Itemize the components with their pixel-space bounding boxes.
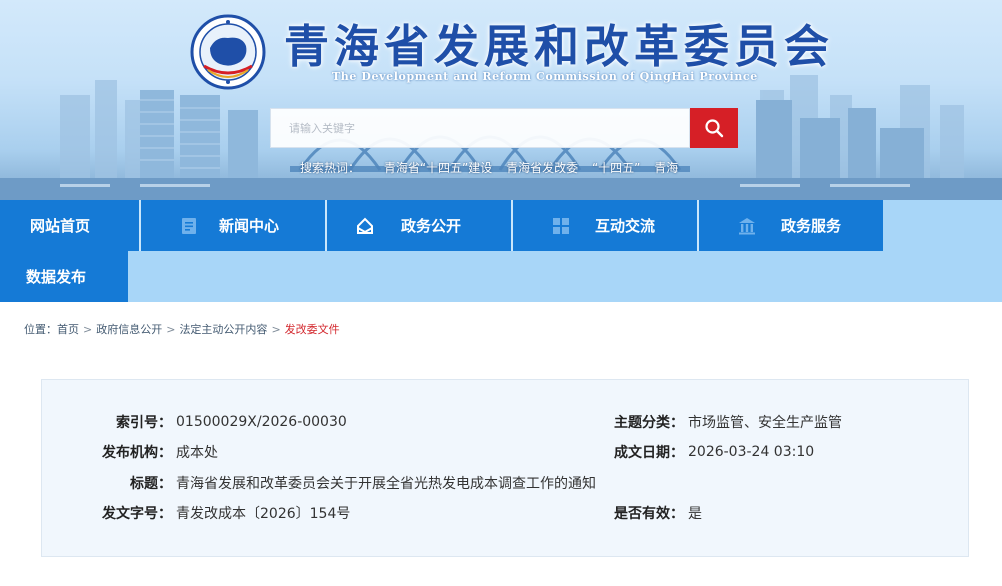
nav-item-interaction[interactable]: 互动交流 xyxy=(513,200,697,251)
nav-item-news[interactable]: 新闻中心 xyxy=(141,200,325,251)
meta-key: 成文日期： xyxy=(614,445,684,461)
grid-icon xyxy=(551,216,571,236)
nav-item-label: 数据发布 xyxy=(26,268,87,286)
hot-word-link[interactable]: 青海省发改委 xyxy=(506,161,578,175)
meta-key: 发文字号： xyxy=(102,506,172,522)
breadcrumb-link-statutory[interactable]: 法定主动公开内容 xyxy=(179,323,267,336)
hot-search-row: 搜索热词： 青海省“十四五”建设 青海省发改委 “十四五” 青海 xyxy=(300,159,688,176)
nav-item-label: 政务公开 xyxy=(401,217,462,235)
document-icon xyxy=(179,216,199,236)
meta-row-title: 标题： 青海省发展和改革委员会关于开展全省光热发电成本调查工作的通知 xyxy=(42,472,596,494)
meta-key: 索引号： xyxy=(116,415,172,431)
meta-row-publisher: 发布机构： 成本处 xyxy=(42,441,218,463)
hot-word-link[interactable]: “十四五” xyxy=(592,161,640,175)
meta-key: 标题： xyxy=(130,476,172,492)
nav-item-label: 新闻中心 xyxy=(219,217,280,235)
meta-value: 是 xyxy=(688,506,702,522)
meta-row-valid: 是否有效： 是 xyxy=(524,502,702,524)
nav-item-home[interactable]: 网站首页 xyxy=(0,200,139,251)
commission-emblem-logo xyxy=(190,14,266,90)
page: 青海省发展和改革委员会 The Development and Reform C… xyxy=(0,0,1002,586)
meta-value: 市场监管、安全生产监管 xyxy=(688,415,842,431)
search-box xyxy=(270,108,690,148)
search-button[interactable] xyxy=(690,108,738,148)
hot-search-label: 搜索热词： xyxy=(300,161,361,175)
nav-item-gov-service[interactable]: 政务服务 xyxy=(699,200,883,251)
site-title: 青海省发展和改革委员会 xyxy=(284,20,835,73)
meta-row-topic: 主题分类： 市场监管、安全生产监管 xyxy=(524,411,842,433)
meta-row-doc-no: 发文字号： 青发改成本〔2026〕154号 xyxy=(42,502,350,524)
search-icon xyxy=(705,119,724,138)
nav-item-gov-open[interactable]: 政务公开 xyxy=(327,200,511,251)
breadcrumb-link-home[interactable]: 首页 xyxy=(57,323,79,336)
breadcrumb-link-gov-info[interactable]: 政府信息公开 xyxy=(96,323,162,336)
nav-item-label: 政务服务 xyxy=(781,217,842,235)
nav-item-label: 网站首页 xyxy=(30,217,91,235)
meta-value: 01500029X/2026-00030 xyxy=(176,414,347,430)
breadcrumb: 位置：首页 > 政府信息公开 > 法定主动公开内容 > 发改委文件 xyxy=(24,321,340,337)
meta-value: 2026-03-24 03:10 xyxy=(688,444,815,460)
breadcrumb-separator: > xyxy=(83,323,93,336)
nav-item-data-release[interactable]: 数据发布 xyxy=(0,251,128,302)
document-meta-box: 索引号： 01500029X/2026-00030 主题分类： 市场监管、安全生… xyxy=(41,379,969,557)
search-input[interactable] xyxy=(271,109,689,147)
meta-key: 发布机构： xyxy=(102,445,172,461)
open-box-icon xyxy=(355,216,375,236)
hot-word-link[interactable]: 青海省“十四五”建设 xyxy=(384,161,492,175)
breadcrumb-prefix: 位置： xyxy=(24,323,57,336)
hot-word-link[interactable]: 青海 xyxy=(654,161,678,175)
breadcrumb-current: 发改委文件 xyxy=(284,323,340,336)
meta-row-date: 成文日期： 2026-03-24 03:10 xyxy=(524,441,814,463)
breadcrumb-separator: > xyxy=(166,323,176,336)
building-icon xyxy=(737,216,757,236)
meta-value: 成本处 xyxy=(176,445,218,461)
site-subtitle: The Development and Reform Commission of… xyxy=(332,70,758,83)
meta-key: 是否有效： xyxy=(614,506,684,522)
meta-row-index-no: 索引号： 01500029X/2026-00030 xyxy=(42,411,347,433)
meta-value: 青发改成本〔2026〕154号 xyxy=(176,506,351,522)
meta-key: 主题分类： xyxy=(614,415,684,431)
header-banner: 青海省发展和改革委员会 The Development and Reform C… xyxy=(0,0,1002,200)
breadcrumb-separator: > xyxy=(271,323,281,336)
nav-item-label: 互动交流 xyxy=(595,217,656,235)
meta-value: 青海省发展和改革委员会关于开展全省光热发电成本调查工作的通知 xyxy=(176,476,596,492)
